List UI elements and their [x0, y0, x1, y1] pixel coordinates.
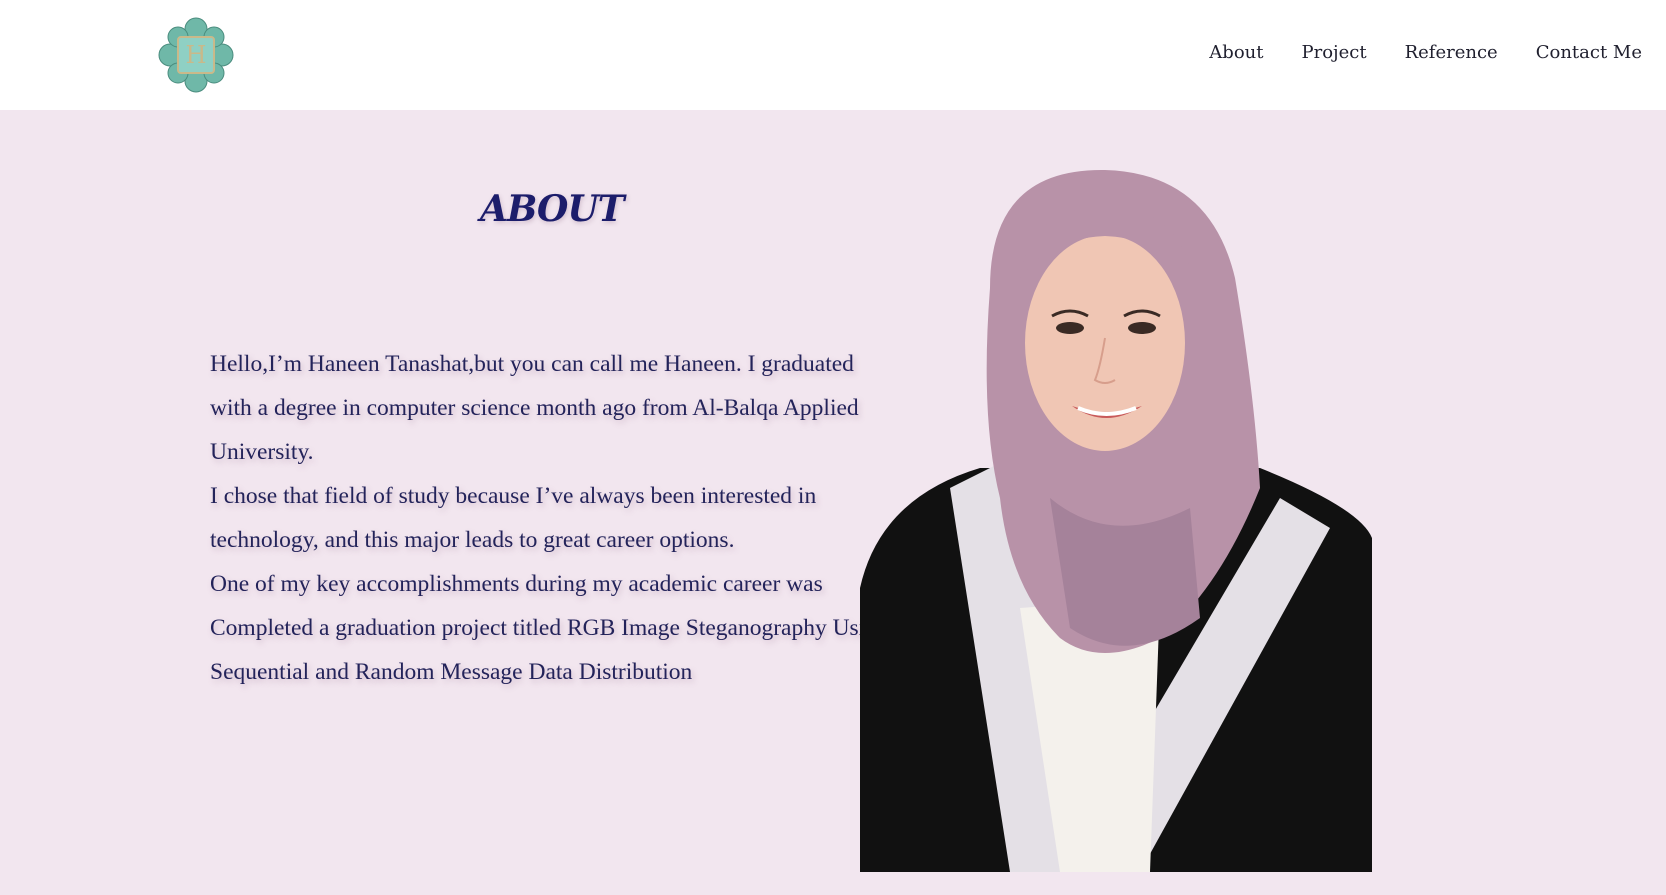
bio-paragraph-intro: Hello,I’m Haneen Tanashat,but you can ca… [210, 351, 859, 465]
main-nav: About Project Reference Contact Me [1171, 42, 1642, 63]
nav-reference[interactable]: Reference [1405, 42, 1498, 63]
site-header: H About Project Reference Contact Me [0, 0, 1666, 110]
bio-paragraph-field: I chose that field of study because I’ve… [210, 483, 817, 553]
logo-letter: H [186, 41, 207, 69]
nav-contact-me[interactable]: Contact Me [1536, 42, 1642, 63]
about-bio: Hello,I’m Haneen Tanashat,but you can ca… [210, 342, 890, 694]
profile-photo [860, 168, 1372, 872]
bio-paragraph-accomplishment: One of my key accomplishments during my … [210, 571, 889, 685]
portrait-illustration [860, 169, 1372, 872]
about-heading: ABOUT [480, 188, 625, 230]
logo-emblem-icon: H [158, 17, 234, 93]
site-logo[interactable]: H [158, 17, 234, 93]
nav-project[interactable]: Project [1301, 42, 1366, 63]
nav-about[interactable]: About [1209, 42, 1263, 63]
